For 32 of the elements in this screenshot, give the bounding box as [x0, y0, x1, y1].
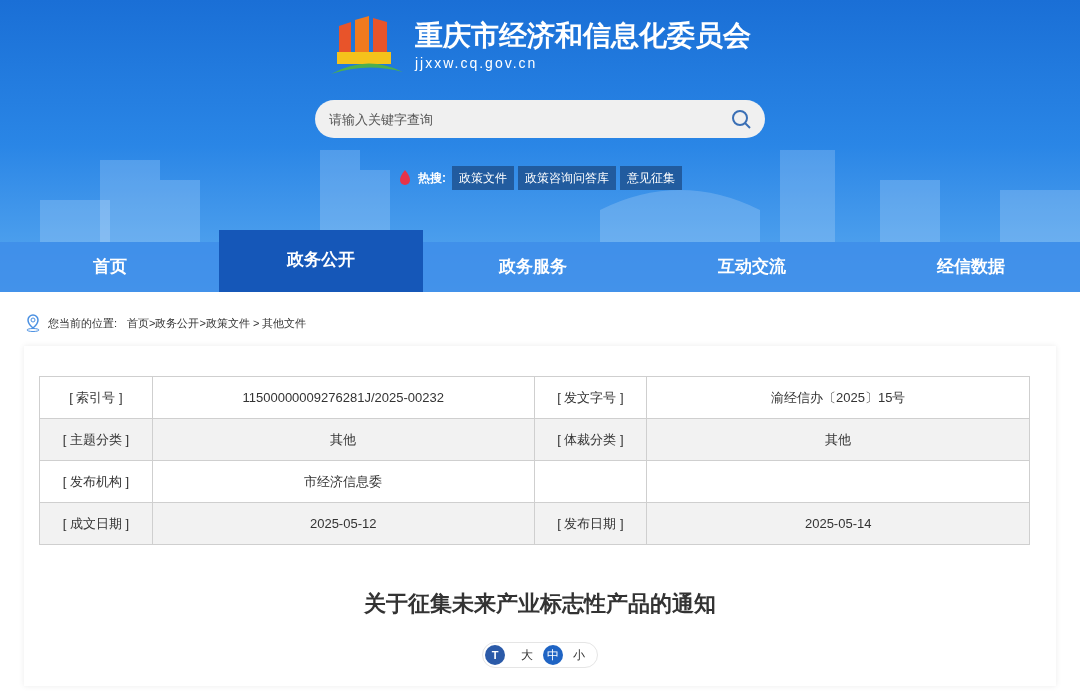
search-icon[interactable]: [731, 109, 751, 129]
field-label: [ 发布机构 ]: [39, 460, 153, 503]
field-label: [ 发布日期 ]: [534, 502, 647, 545]
site-url: jjxxw.cq.gov.cn: [415, 53, 539, 73]
font-size-icon: T: [485, 645, 505, 665]
field-label: [ 索引号 ]: [39, 376, 153, 419]
breadcrumb-path[interactable]: 首页>政务公开>政策文件 > 其他文件: [127, 314, 307, 332]
location-pin-icon: [24, 314, 42, 332]
font-size-option[interactable]: 中: [543, 645, 563, 665]
font-size-option[interactable]: 大: [517, 645, 537, 665]
hot-search-tag[interactable]: 政策咨询问答库: [518, 166, 616, 190]
field-label: [ 发文字号 ]: [534, 376, 647, 419]
hot-search-label: 热搜:: [418, 170, 446, 187]
field-value: 其他: [152, 418, 535, 461]
field-value: 11500000009276281J/2025-00232: [152, 376, 535, 419]
hot-search-tag[interactable]: 政策文件: [452, 166, 514, 190]
field-value: 其他: [646, 418, 1030, 461]
article-title: 关于征集未来产业标志性产品的通知: [363, 590, 717, 618]
field-value: 2025-05-14: [646, 502, 1030, 545]
font-size-option[interactable]: 小: [569, 645, 589, 665]
field-value: 2025-05-12: [152, 502, 535, 545]
field-value: 市经济信息委: [152, 460, 535, 503]
search-field[interactable]: 请输入关键字查询: [315, 100, 765, 138]
site-title: 重庆市经济和信息化委员会: [415, 18, 751, 53]
field-label: [ 体裁分类 ]: [534, 418, 647, 461]
field-label: [ 主题分类 ]: [39, 418, 153, 461]
logo-icon: [329, 16, 405, 76]
field-value: 渝经信办〔2025〕15号: [646, 376, 1030, 419]
hot-search-tag[interactable]: 意见征集: [620, 166, 682, 190]
field-label: [ 成文日期 ]: [39, 502, 153, 545]
breadcrumb-label: 您当前的位置:: [48, 315, 118, 331]
nav-tab[interactable]: 政务公开: [219, 230, 423, 292]
